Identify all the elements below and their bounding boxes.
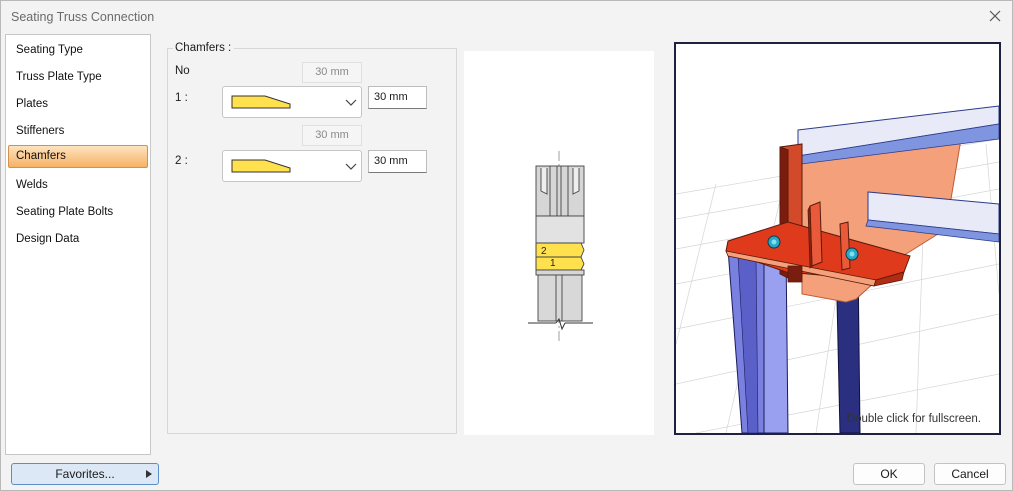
sidebar-item-label: Chamfers <box>16 150 66 162</box>
sidebar-item-label: Plates <box>16 98 48 110</box>
sidebar-item-label: Welds <box>16 179 48 191</box>
chamfer-1-value-input[interactable]: 30 mm <box>368 86 427 109</box>
close-icon <box>989 10 1001 22</box>
title-bar: Seating Truss Connection <box>1 1 1012 32</box>
chamfers-group-title: Chamfers : <box>173 42 235 54</box>
fullscreen-hint: Double click for fullscreen. <box>846 413 981 425</box>
cancel-button[interactable]: Cancel <box>934 463 1006 485</box>
3d-viewer[interactable]: Double click for fullscreen. <box>674 42 1001 435</box>
chamfer-2-value-input[interactable]: 30 mm <box>368 150 427 173</box>
chevron-down-icon <box>345 163 357 170</box>
chamfer-1-type-dropdown[interactable] <box>222 86 362 118</box>
sidebar-item-design-data[interactable]: Design Data <box>8 228 148 251</box>
chamfer-2-marker: 2 <box>541 246 547 257</box>
sidebar-item-chamfers[interactable]: Chamfers <box>8 145 148 168</box>
sidebar: Seating Type Truss Plate Type Plates Sti… <box>5 34 151 455</box>
sidebar-item-seating-type[interactable]: Seating Type <box>8 39 148 62</box>
section-drawing: 2 1 <box>464 51 654 435</box>
caret-right-icon <box>146 470 152 478</box>
dialog-window: Seating Truss Connection Seating Type Tr… <box>0 0 1013 491</box>
sidebar-item-label: Seating Type <box>16 44 83 56</box>
no-label: No <box>175 65 190 77</box>
3d-model-render <box>676 105 999 433</box>
sidebar-item-label: Seating Plate Bolts <box>16 206 114 218</box>
chamfer-2-type-dropdown[interactable] <box>222 150 362 182</box>
chevron-down-icon <box>345 99 357 106</box>
window-title: Seating Truss Connection <box>11 10 155 24</box>
sidebar-item-seating-plate-bolts[interactable]: Seating Plate Bolts <box>8 201 148 224</box>
sidebar-item-label: Truss Plate Type <box>16 71 102 83</box>
chamfer-2-label: 2 : <box>175 155 188 167</box>
section-drawing-svg: 2 1 <box>528 151 593 344</box>
chamfer-1-marker: 1 <box>550 258 556 269</box>
sidebar-item-label: Design Data <box>16 233 80 245</box>
sidebar-item-stiffeners[interactable]: Stiffeners <box>8 120 148 143</box>
sidebar-item-label: Stiffeners <box>16 125 65 137</box>
favorites-button[interactable]: Favorites... <box>11 463 159 485</box>
ok-button[interactable]: OK <box>853 463 925 485</box>
chamfer-1-ghost-value: 30 mm <box>302 62 362 83</box>
sidebar-item-plates[interactable]: Plates <box>8 93 148 116</box>
sidebar-item-welds[interactable]: Welds <box>8 174 148 197</box>
chamfer-shape-icon <box>231 159 291 173</box>
chamfer-1-label: 1 : <box>175 92 188 104</box>
chamfer-2-ghost-value: 30 mm <box>302 125 362 146</box>
favorites-label: Favorites... <box>55 467 115 481</box>
close-button[interactable] <box>984 5 1006 27</box>
ok-label: OK <box>880 467 898 481</box>
cancel-label: Cancel <box>951 467 989 481</box>
sidebar-item-truss-plate-type[interactable]: Truss Plate Type <box>8 66 148 89</box>
chamfer-shape-icon <box>231 95 291 109</box>
